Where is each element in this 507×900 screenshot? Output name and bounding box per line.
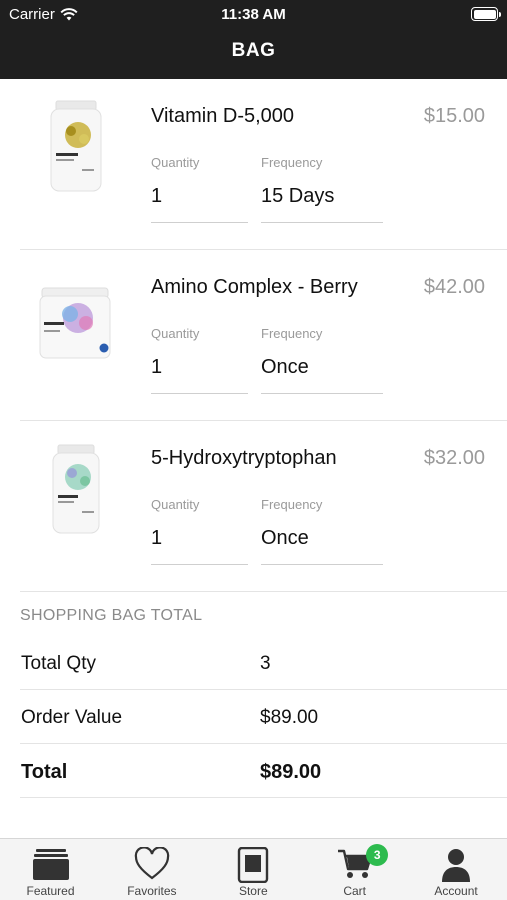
tab-bar: Featured Favorites Store 3 Cart Account bbox=[0, 838, 507, 900]
frequency-field[interactable]: Once bbox=[261, 356, 309, 379]
quantity-underline bbox=[151, 222, 248, 223]
tab-account[interactable]: Account bbox=[406, 839, 507, 900]
cart-item: Amino Complex - Berry $42.00 Quantity 1 … bbox=[20, 250, 507, 421]
quantity-label: Quantity bbox=[151, 497, 200, 512]
tab-label: Favorites bbox=[127, 884, 177, 898]
product-price: $15.00 bbox=[423, 105, 485, 127]
quantity-label: Quantity bbox=[151, 326, 200, 341]
frequency-label: Frequency bbox=[261, 326, 323, 341]
product-image[interactable] bbox=[38, 97, 118, 197]
product-name[interactable]: 5-Hydroxytryptophan bbox=[151, 447, 337, 470]
tab-featured[interactable]: Featured bbox=[0, 839, 101, 900]
tab-label: Store bbox=[238, 884, 268, 898]
clock: 11:38 AM bbox=[221, 6, 286, 23]
navigation-header: Carrier 11:38 AM BAG bbox=[0, 0, 507, 79]
summary-value: $89.00 bbox=[260, 761, 322, 783]
quantity-underline bbox=[151, 393, 248, 394]
store-icon bbox=[238, 847, 269, 883]
product-price: $32.00 bbox=[423, 447, 485, 469]
summary-row-total-qty: Total Qty 3 bbox=[20, 636, 507, 690]
summary-label: Total Qty bbox=[21, 653, 96, 674]
frequency-underline bbox=[261, 222, 383, 223]
summary-heading: SHOPPING BAG TOTAL bbox=[20, 607, 203, 624]
summary-row-order-value: Order Value $89.00 bbox=[20, 690, 507, 744]
quantity-field[interactable]: 1 bbox=[151, 356, 162, 379]
product-image[interactable] bbox=[38, 268, 118, 368]
summary-label: Total bbox=[21, 761, 68, 783]
cart-item: Vitamin D-5,000 $15.00 Quantity 1 Freque… bbox=[20, 79, 507, 250]
heart-icon bbox=[134, 847, 170, 880]
tab-cart[interactable]: 3 Cart bbox=[304, 839, 405, 900]
frequency-label: Frequency bbox=[261, 497, 323, 512]
product-price: $42.00 bbox=[423, 276, 485, 298]
summary-value: 3 bbox=[260, 653, 271, 674]
product-name[interactable]: Vitamin D-5,000 bbox=[151, 105, 294, 128]
tab-label: Featured bbox=[26, 884, 75, 898]
frequency-field[interactable]: Once bbox=[261, 527, 309, 550]
frequency-field[interactable]: 15 Days bbox=[261, 185, 334, 208]
product-image[interactable] bbox=[38, 439, 118, 539]
status-bar: Carrier 11:38 AM bbox=[0, 5, 507, 25]
account-icon bbox=[442, 849, 471, 882]
featured-icon bbox=[32, 849, 69, 880]
summary-label: Order Value bbox=[21, 707, 123, 728]
tab-store[interactable]: Store bbox=[203, 839, 304, 900]
quantity-underline bbox=[151, 564, 248, 565]
frequency-underline bbox=[261, 564, 383, 565]
quantity-field[interactable]: 1 bbox=[151, 185, 162, 208]
page-title: BAG bbox=[231, 40, 276, 61]
frequency-underline bbox=[261, 393, 383, 394]
summary-value: $89.00 bbox=[260, 707, 319, 728]
product-name[interactable]: Amino Complex - Berry bbox=[151, 276, 358, 299]
summary-row-total: Total $89.00 bbox=[20, 744, 507, 798]
cart-badge: 3 bbox=[366, 844, 389, 866]
cart-item: 5-Hydroxytryptophan $32.00 Quantity 1 Fr… bbox=[20, 421, 507, 592]
quantity-label: Quantity bbox=[151, 155, 200, 170]
frequency-label: Frequency bbox=[261, 155, 323, 170]
battery-icon bbox=[471, 7, 501, 21]
tab-label: Cart bbox=[343, 884, 366, 898]
quantity-field[interactable]: 1 bbox=[151, 527, 162, 550]
tab-label: Account bbox=[434, 884, 478, 898]
tab-favorites[interactable]: Favorites bbox=[101, 839, 202, 900]
